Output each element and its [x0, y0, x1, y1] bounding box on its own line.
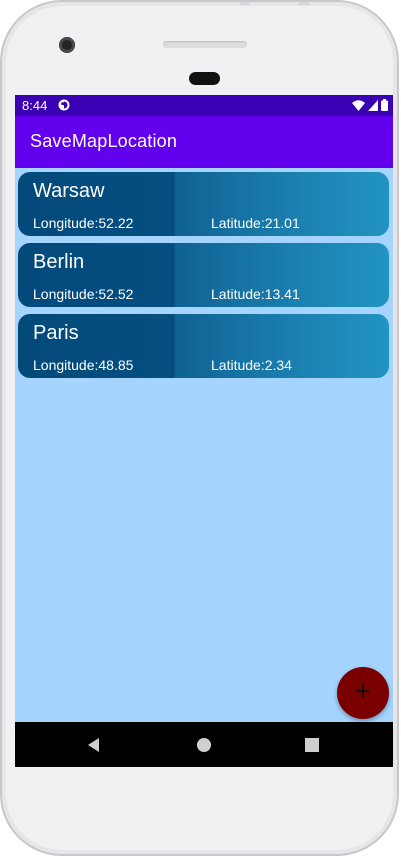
home-icon[interactable]: [193, 734, 215, 756]
location-list: Warsaw Longitude:52.22 Latitude:21.01 Be…: [18, 172, 389, 385]
proximity-sensor: [189, 72, 220, 85]
signal-icon: [368, 99, 378, 111]
location-name: Warsaw: [33, 180, 105, 202]
front-camera-icon: [59, 37, 75, 53]
navigation-bar: [15, 722, 393, 767]
wifi-icon: [352, 99, 365, 111]
app-notification-icon: [58, 99, 70, 111]
screen: 8:44 SaveMapLocation Warsaw Longitude:52…: [15, 95, 393, 767]
location-card[interactable]: Warsaw Longitude:52.22 Latitude:21.01: [18, 172, 389, 236]
earpiece-speaker: [163, 41, 247, 48]
status-bar: 8:44: [15, 95, 393, 116]
location-name: Paris: [33, 322, 79, 344]
location-card[interactable]: Paris Longitude:48.85 Latitude:2.34: [18, 314, 389, 378]
location-latitude: Latitude:2.34: [211, 357, 292, 373]
phone-top-button: [299, 2, 309, 5]
app-bar: SaveMapLocation: [15, 116, 393, 168]
location-longitude: Longitude:52.52: [33, 286, 134, 302]
location-name: Berlin: [33, 251, 85, 273]
status-time: 8:44: [22, 98, 48, 113]
app-title: SaveMapLocation: [30, 131, 178, 151]
location-latitude: Latitude:13.41: [211, 286, 300, 302]
location-card[interactable]: Berlin Longitude:52.52 Latitude:13.41: [18, 243, 389, 307]
phone-top-button: [240, 2, 250, 5]
location-longitude: Longitude:52.22: [33, 215, 134, 231]
add-location-button[interactable]: +: [337, 667, 389, 719]
phone-frame: 8:44 SaveMapLocation Warsaw Longitude:52…: [0, 0, 399, 856]
location-latitude: Latitude:21.01: [211, 215, 300, 231]
back-icon[interactable]: [83, 734, 105, 756]
battery-icon: [381, 99, 388, 111]
status-icons: [352, 99, 388, 111]
recents-icon[interactable]: [301, 734, 323, 756]
location-longitude: Longitude:48.85: [33, 357, 134, 373]
